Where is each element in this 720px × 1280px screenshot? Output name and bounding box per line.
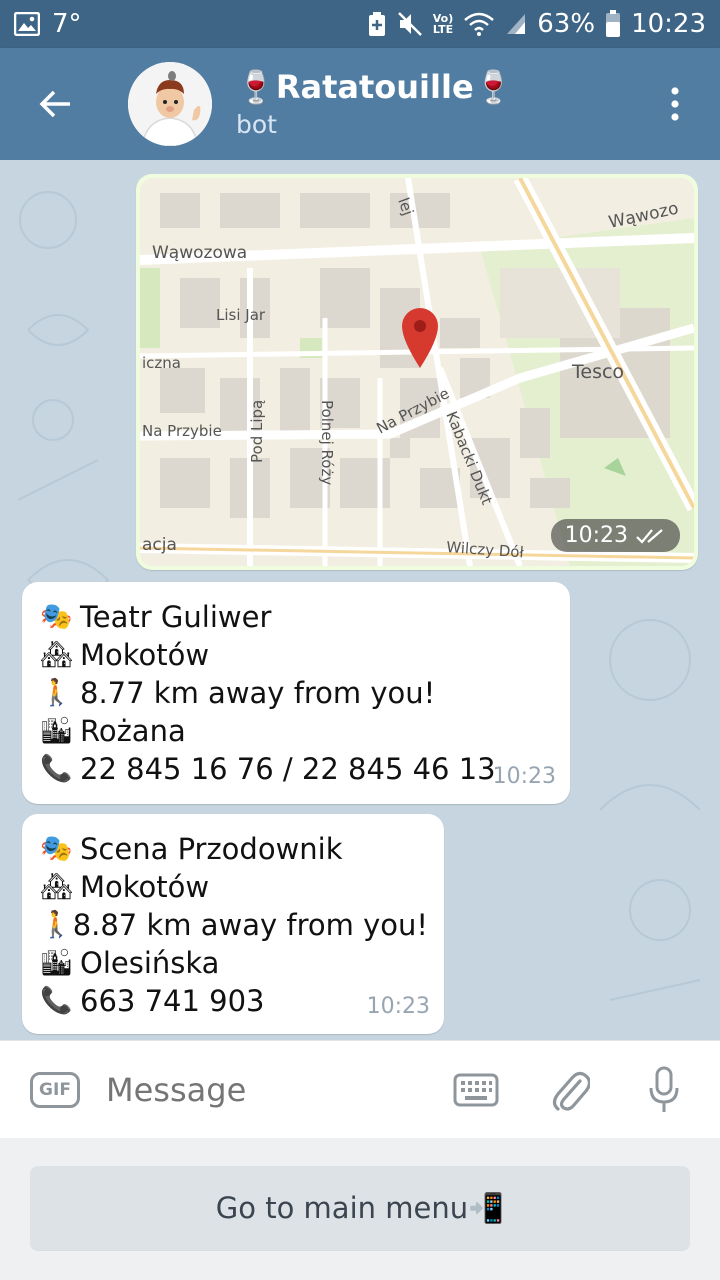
street-label: acja: [142, 535, 177, 555]
keyboard-icon: [453, 1073, 499, 1106]
phone-icon: 📞: [40, 986, 73, 1016]
distance-text: 8.87 km away from you!: [72, 908, 428, 942]
battery-icon: [605, 10, 621, 38]
temperature-text: 7°: [52, 9, 82, 39]
chat-messages[interactable]: Wąwozowa Wąwozo Lisi Jar iczna Tesco Na …: [0, 160, 720, 1040]
houses-icon: 🏘: [40, 640, 74, 670]
keyboard-button[interactable]: [444, 1058, 508, 1122]
back-arrow-icon: [39, 90, 70, 118]
battery-percent: 63%: [537, 9, 596, 39]
message-line: 🏙 Rożana: [40, 712, 554, 750]
message-timestamp: 10:23: [366, 994, 430, 1019]
battery-saver-icon: [367, 11, 387, 37]
location-message[interactable]: Wąwozowa Wąwozo Lisi Jar iczna Tesco Na …: [136, 174, 698, 570]
performing-arts-icon: 🎭: [40, 834, 73, 864]
message-input[interactable]: [106, 1070, 426, 1109]
message-line: 🏘 Mokotów: [40, 636, 554, 674]
message-line: 🏙 Olesińska: [40, 944, 428, 982]
message-line: 🚶 8.77 km away from you!: [40, 674, 554, 712]
paperclip-icon: [552, 1071, 590, 1111]
message-line: 🏘 Mokotów: [40, 868, 428, 906]
walking-person-icon: 🚶: [40, 910, 73, 940]
mute-icon: [397, 11, 423, 37]
district-name: Mokotów: [80, 638, 210, 672]
voice-button[interactable]: [632, 1058, 696, 1122]
message-timestamp: 10:23: [550, 519, 680, 552]
street-label: Na Przybie: [142, 422, 222, 440]
street-label: Lisi Jar: [216, 306, 266, 324]
houses-icon: 🏘: [40, 872, 74, 902]
gif-button[interactable]: GIF: [30, 1071, 80, 1108]
chat-title[interactable]: 🍷Ratatouille🍷: [236, 67, 513, 107]
phone-icon: 📞: [40, 754, 73, 784]
phone-number[interactable]: 663 741 903: [80, 982, 265, 1020]
message-bubble[interactable]: 🎭 Scena Przodownik 🏘 Mokotów 🚶 8.87 km away…: [22, 814, 444, 1034]
chat-subtitle: bot: [236, 110, 277, 139]
bot-keyboard: Go to main menu📲: [0, 1138, 720, 1280]
map-preview[interactable]: Wąwozowa Wąwozo Lisi Jar iczna Tesco Na …: [140, 178, 694, 566]
venue-name: Teatr Guliwer: [80, 600, 272, 634]
wifi-icon: [463, 12, 495, 36]
status-bar: 7° Vo) LTE 63% 10:23: [0, 0, 720, 48]
double-check-icon: [636, 528, 663, 544]
walking-person-icon: 🚶: [40, 678, 73, 708]
attach-button[interactable]: [538, 1058, 602, 1122]
message-timestamp: 10:23: [492, 764, 556, 789]
message-bubble[interactable]: 🎭 Teatr Guliwer 🏘 Mokotów 🚶 8.77 km away fr…: [22, 582, 570, 804]
more-options-button[interactable]: [630, 48, 720, 160]
street-label: Tesco: [571, 361, 624, 383]
map-time-text: 10:23: [564, 523, 628, 548]
microphone-icon: [649, 1066, 679, 1112]
map-image: Wąwozowa Wąwozo Lisi Jar iczna Tesco Na …: [140, 178, 694, 566]
back-button[interactable]: [0, 48, 110, 160]
cityscape-icon: 🏙: [40, 948, 74, 978]
cityscape-icon: 🏙: [40, 716, 74, 746]
street-name: Rożana: [80, 714, 186, 748]
performing-arts-icon: 🎭: [40, 602, 73, 632]
street-label: Pod Lipą: [248, 400, 266, 463]
district-name: Mokotów: [80, 870, 210, 904]
background-pattern-right: [599, 619, 701, 1001]
more-vertical-icon: [671, 87, 679, 121]
venue-name: Scena Przodownik: [80, 832, 343, 866]
avatar[interactable]: [128, 62, 212, 146]
message-input-bar: GIF: [0, 1040, 720, 1138]
message-line: 🎭 Teatr Guliwer: [40, 598, 554, 636]
gallery-icon: [14, 12, 40, 36]
clock-time: 10:23: [631, 9, 706, 39]
message-line: 📞 22 845 16 76 / 22 845 46 13: [40, 750, 554, 788]
street-label: iczna: [142, 354, 181, 372]
volte-label: Vo) LTE: [432, 12, 454, 36]
message-line: 🚶 8.87 km away from you!: [40, 906, 428, 944]
phone-number[interactable]: 22 845 16 76 / 22 845 46 13: [80, 750, 496, 788]
signal-icon: [505, 12, 527, 36]
main-menu-button[interactable]: Go to main menu📲: [30, 1166, 690, 1250]
chat-header: 🍷Ratatouille🍷 bot: [0, 48, 720, 160]
distance-text: 8.77 km away from you!: [80, 676, 436, 710]
street-label: Wąwozowa: [152, 243, 247, 263]
chef-avatar-icon: [128, 62, 212, 146]
message-line: 🎭 Scena Przodownik: [40, 830, 428, 868]
street-name: Olesińska: [80, 946, 220, 980]
street-label: Polnej Róży: [318, 400, 336, 485]
